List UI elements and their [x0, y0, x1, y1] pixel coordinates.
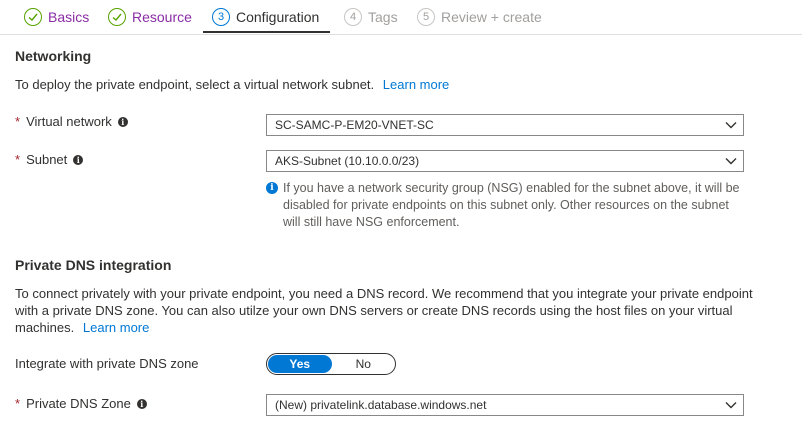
integrate-dns-label-text: Integrate with private DNS zone — [15, 356, 199, 371]
required-marker: * — [15, 114, 21, 129]
networking-description-text: To deploy the private endpoint, select a… — [15, 77, 375, 92]
tab-label: Configuration — [236, 9, 320, 25]
step-number: 5 — [417, 8, 435, 26]
tab-label: Resource — [132, 9, 192, 25]
info-icon: i — [266, 182, 278, 194]
tab-configuration[interactable]: 3 Configuration — [212, 6, 319, 28]
step-number: 3 — [212, 8, 230, 26]
integrate-dns-toggle[interactable]: Yes No — [266, 353, 396, 375]
required-marker: * — [15, 396, 21, 411]
subnet-label: * Subnet i — [15, 152, 84, 167]
private-dns-zone-label: * Private DNS Zone i — [15, 396, 147, 411]
info-icon[interactable]: i — [136, 398, 147, 409]
required-marker: * — [15, 152, 21, 167]
tab-label: Tags — [368, 9, 398, 25]
chevron-down-icon — [719, 121, 743, 129]
tab-resource[interactable]: Resource — [108, 6, 192, 28]
virtual-network-label: * Virtual network i — [15, 114, 128, 129]
networking-heading: Networking — [15, 48, 92, 64]
nsg-info-note: i If you have a network security group (… — [266, 180, 744, 231]
dns-learn-more-link[interactable]: Learn more — [83, 320, 149, 335]
nsg-info-text: If you have a network security group (NS… — [283, 181, 740, 229]
toggle-no[interactable]: No — [332, 355, 396, 373]
tab-basics[interactable]: Basics — [24, 6, 89, 28]
wizard-tabs: Basics Resource 3 Configuration 4 Tags 5… — [0, 0, 802, 35]
virtual-network-value: SC-SAMC-P-EM20-VNET-SC — [275, 118, 434, 132]
virtual-network-label-text: Virtual network — [26, 114, 112, 129]
tab-tags[interactable]: 4 Tags — [344, 6, 398, 28]
tab-review-create[interactable]: 5 Review + create — [417, 6, 542, 28]
integrate-dns-label: Integrate with private DNS zone — [15, 356, 199, 371]
tab-label: Basics — [48, 9, 90, 25]
tab-label: Review + create — [441, 9, 542, 25]
dns-heading: Private DNS integration — [15, 257, 172, 273]
subnet-value: AKS-Subnet (10.10.0.0/23) — [275, 154, 420, 168]
info-icon[interactable]: i — [117, 116, 128, 127]
step-number: 4 — [344, 8, 362, 26]
virtual-network-dropdown[interactable]: SC-SAMC-P-EM20-VNET-SC — [266, 114, 744, 136]
private-dns-zone-value: (New) privatelink.database.windows.net — [275, 398, 487, 412]
networking-description: To deploy the private endpoint, select a… — [15, 76, 449, 93]
networking-learn-more-link[interactable]: Learn more — [383, 77, 449, 92]
subnet-label-text: Subnet — [26, 152, 68, 167]
private-dns-zone-dropdown[interactable]: (New) privatelink.database.windows.net — [266, 394, 744, 416]
info-icon[interactable]: i — [73, 154, 84, 165]
active-tab-indicator — [203, 31, 330, 33]
dns-description: To connect privately with your private e… — [15, 285, 765, 336]
chevron-down-icon — [719, 157, 743, 165]
checkmark-circle-icon — [108, 8, 126, 26]
chevron-down-icon — [719, 401, 743, 409]
subnet-dropdown[interactable]: AKS-Subnet (10.10.0.0/23) — [266, 150, 744, 172]
toggle-yes[interactable]: Yes — [268, 355, 332, 373]
checkmark-circle-icon — [24, 8, 42, 26]
private-dns-zone-label-text: Private DNS Zone — [26, 396, 131, 411]
